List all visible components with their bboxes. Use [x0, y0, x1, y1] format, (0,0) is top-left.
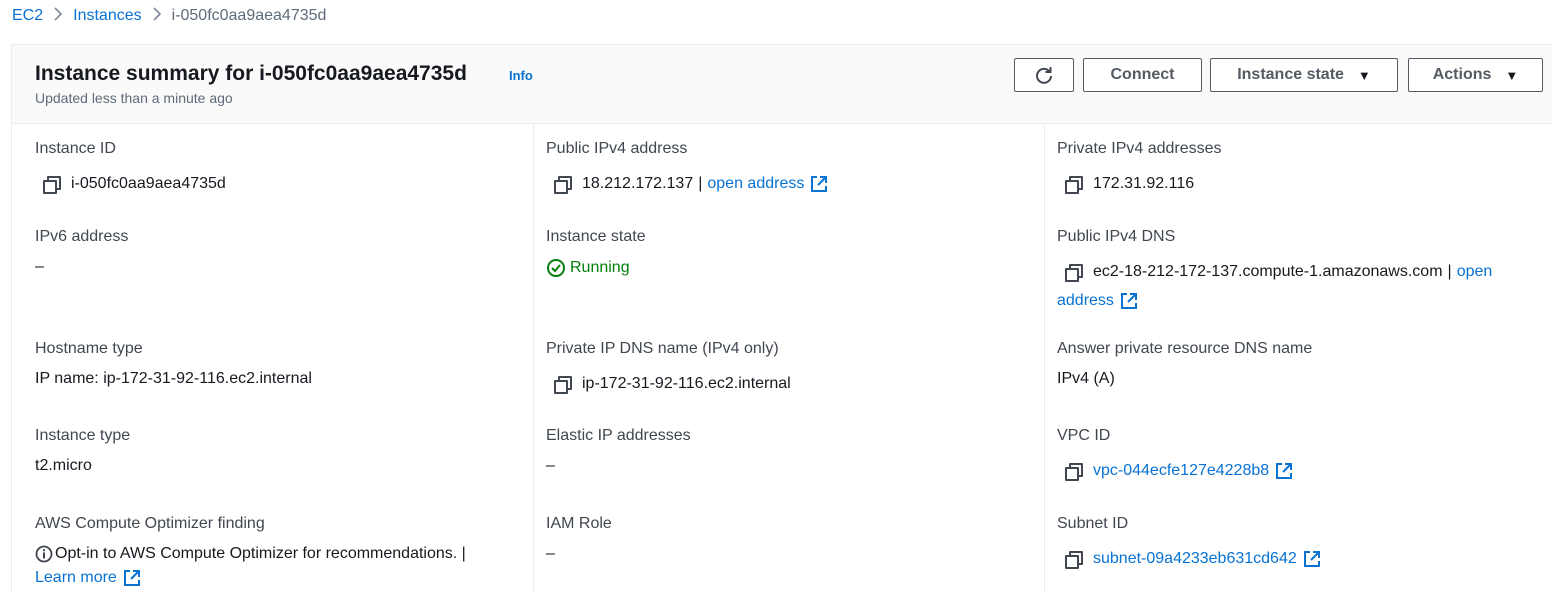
- refresh-button[interactable]: [1014, 58, 1074, 92]
- public-dns-label: Public IPv4 DNS: [1057, 228, 1176, 245]
- private-ipv4-value: 172.31.92.116: [1065, 175, 1195, 194]
- column-divider: [1044, 125, 1045, 592]
- instance-state-value: Running: [546, 258, 630, 278]
- open-link-part1[interactable]: open: [1457, 263, 1493, 281]
- hostname-type-value: IP name: ip-172-31-92-116.ec2.internal: [35, 370, 312, 387]
- instance-state-field-label: Instance state: [546, 228, 646, 245]
- vpc-id-label: VPC ID: [1057, 427, 1111, 444]
- vpc-id-value: vpc-044ecfe127e4228b8: [1065, 462, 1293, 481]
- caret-down-icon: ▼: [1357, 67, 1371, 83]
- learn-more-label: Learn more: [35, 569, 117, 586]
- external-link-icon: [1276, 463, 1293, 479]
- instance-id-label: Instance ID: [35, 140, 116, 157]
- chevron-right-icon: [43, 6, 73, 27]
- instance-state-text: Running: [570, 259, 630, 276]
- instance-state-label: Instance state: [1237, 66, 1344, 83]
- public-ipv4-value: 18.212.172.137 | open address: [554, 175, 828, 194]
- instance-id-value: i-050fc0aa9aea4735d: [43, 175, 226, 194]
- refresh-icon: [1036, 67, 1052, 84]
- info-circle-icon: [35, 545, 53, 563]
- iam-role-value: –: [546, 545, 555, 562]
- copy-icon[interactable]: [1065, 463, 1083, 481]
- updated-text: Updated less than a minute ago: [35, 90, 233, 106]
- separator: |: [698, 175, 703, 192]
- instance-state-button[interactable]: Instance state ▼: [1210, 58, 1398, 92]
- copy-icon[interactable]: [1065, 176, 1083, 194]
- breadcrumb-ec2[interactable]: EC2: [12, 7, 43, 25]
- instance-type-value: t2.micro: [35, 457, 92, 474]
- breadcrumb-instances[interactable]: Instances: [73, 7, 141, 25]
- answer-dns-label: Answer private resource DNS name: [1057, 340, 1313, 357]
- chevron-right-icon: [142, 6, 172, 27]
- panel-header: Instance summary for i-050fc0aa9aea4735d…: [12, 45, 1552, 124]
- column-divider: [533, 125, 534, 592]
- copy-icon[interactable]: [1065, 551, 1083, 569]
- actions-button[interactable]: Actions ▼: [1408, 58, 1543, 92]
- ipv6-value: –: [35, 258, 44, 275]
- open-address-link-2[interactable]: address: [1057, 292, 1138, 310]
- subnet-id-link[interactable]: subnet-09a4233eb631cd642: [1093, 550, 1297, 568]
- breadcrumb-current: i-050fc0aa9aea4735d: [171, 7, 327, 24]
- optimizer-label: AWS Compute Optimizer finding: [35, 515, 265, 532]
- external-link-icon: [1120, 293, 1137, 309]
- private-dns: ip-172-31-92-116.ec2.internal: [582, 375, 791, 392]
- copy-icon[interactable]: [1065, 264, 1083, 282]
- copy-icon[interactable]: [554, 376, 572, 394]
- private-dns-value: ip-172-31-92-116.ec2.internal: [554, 375, 791, 394]
- info-link[interactable]: Info: [509, 68, 533, 83]
- subnet-id-value: subnet-09a4233eb631cd642: [1065, 550, 1321, 569]
- learn-more-link[interactable]: Learn more: [35, 569, 141, 587]
- ipv6-label: IPv6 address: [35, 228, 129, 245]
- optimizer-text: Opt-in to AWS Compute Optimizer for reco…: [55, 545, 466, 562]
- public-ipv4: 18.212.172.137: [582, 175, 694, 192]
- hostname-type-label: Hostname type: [35, 340, 143, 357]
- breadcrumb: EC2 Instances i-050fc0aa9aea4735d: [12, 6, 326, 26]
- private-dns-label: Private IP DNS name (IPv4 only): [546, 340, 779, 357]
- open-address-link[interactable]: open address: [707, 175, 804, 193]
- public-dns-value: ec2-18-212-172-137.compute-1.amazonaws.c…: [1065, 263, 1493, 282]
- vpc-id-link[interactable]: vpc-044ecfe127e4228b8: [1093, 462, 1269, 480]
- elastic-ip-value: –: [546, 457, 555, 474]
- elastic-ip-label: Elastic IP addresses: [546, 427, 691, 444]
- instance-id: i-050fc0aa9aea4735d: [71, 175, 226, 192]
- private-ipv4-label: Private IPv4 addresses: [1057, 140, 1222, 157]
- check-circle-icon: [547, 259, 565, 277]
- public-dns: ec2-18-212-172-137.compute-1.amazonaws.c…: [1093, 263, 1443, 280]
- copy-icon[interactable]: [554, 176, 572, 194]
- instance-type-label: Instance type: [35, 427, 131, 444]
- private-ipv4: 172.31.92.116: [1093, 175, 1195, 192]
- optimizer-value: Opt-in to AWS Compute Optimizer for reco…: [35, 545, 466, 563]
- iam-role-label: IAM Role: [546, 515, 612, 532]
- caret-down-icon: ▼: [1505, 67, 1519, 83]
- instance-summary-panel: Instance summary for i-050fc0aa9aea4735d…: [11, 44, 1552, 592]
- connect-button[interactable]: Connect: [1083, 58, 1202, 92]
- answer-dns-value: IPv4 (A): [1057, 370, 1115, 387]
- external-link-icon: [123, 570, 140, 586]
- external-link-icon: [811, 176, 828, 192]
- separator: |: [1447, 263, 1452, 280]
- subnet-id-label: Subnet ID: [1057, 515, 1129, 532]
- open-link-part2: address: [1057, 292, 1114, 309]
- actions-label: Actions: [1432, 66, 1492, 83]
- page-title: Instance summary for i-050fc0aa9aea4735d: [35, 62, 467, 85]
- public-ipv4-label: Public IPv4 address: [546, 140, 688, 157]
- copy-icon[interactable]: [43, 176, 61, 194]
- external-link-icon: [1303, 551, 1320, 567]
